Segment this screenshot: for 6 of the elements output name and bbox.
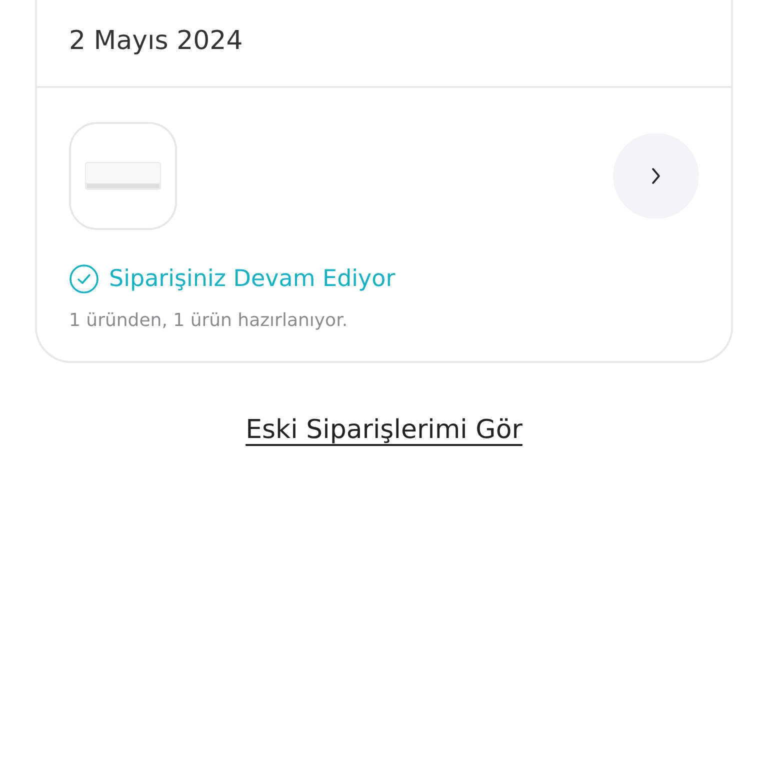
order-date: 2 Mayıs 2024 [69,26,244,56]
check-circle-icon [69,264,99,294]
old-orders-link[interactable]: Eski Siparişlerimi Gör [246,415,522,445]
chevron-right-icon [651,167,661,185]
order-status: Siparişiniz Devam Ediyor [109,266,396,292]
status-detail: 1 üründen, 1 ürün hazırlanıyor. [69,310,349,331]
